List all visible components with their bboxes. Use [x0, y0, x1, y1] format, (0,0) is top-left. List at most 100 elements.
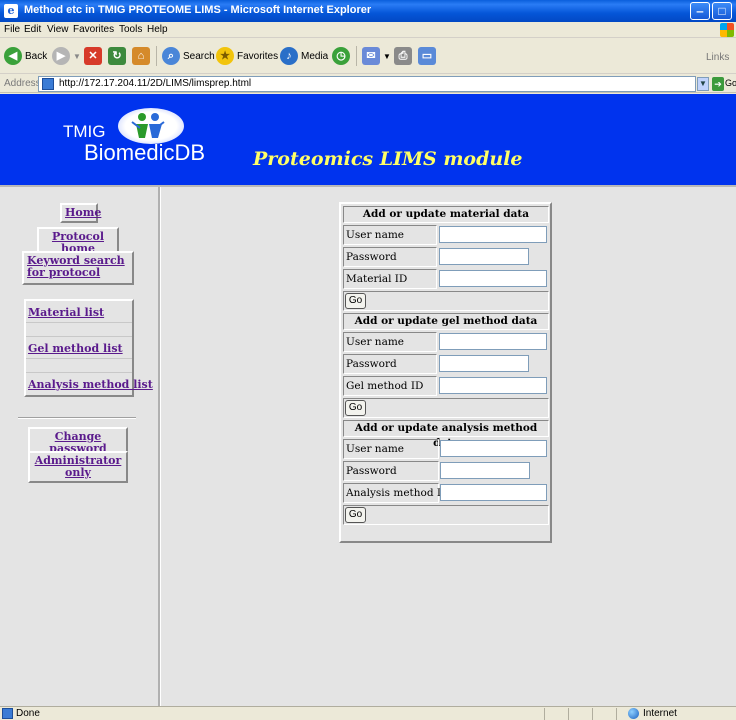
- nav-row: Analysis method list: [26, 373, 153, 395]
- security-zone-text: Internet: [643, 708, 677, 719]
- status-bar: Done Internet: [0, 706, 736, 720]
- refresh-icon: ↻: [108, 47, 126, 65]
- material-go-button[interactable]: Go: [345, 293, 366, 309]
- links-label[interactable]: Links: [706, 52, 729, 63]
- gel-id-label: Gel method ID: [343, 376, 437, 396]
- history-icon: ◷: [332, 47, 350, 65]
- status-segment: [592, 708, 593, 720]
- material-password-label: Password: [343, 247, 437, 267]
- analysis-username-input[interactable]: [440, 440, 547, 457]
- print-button[interactable]: ⎙: [394, 46, 415, 66]
- gel-form-header: Add or update gel method data: [343, 313, 549, 330]
- nav-gel-method-list-link[interactable]: Gel method list: [28, 342, 123, 355]
- refresh-button[interactable]: ↻: [108, 46, 129, 66]
- favorites-label: Favorites: [237, 50, 279, 62]
- navigation-frame: Home Protocol home Keyword search for pr…: [0, 187, 160, 706]
- windows-logo-icon: [720, 23, 734, 37]
- page-banner: TMIG BiomedicDB Proteomics LIMS module: [0, 94, 736, 185]
- toolbar: ◀ Back ▼ ▶ ▼ ✕ ↻ ⌂ ⌕ Search ★ Favorites …: [0, 38, 736, 74]
- maximize-button[interactable]: □: [712, 2, 732, 20]
- back-button[interactable]: ◀ Back ▼: [4, 46, 59, 66]
- analysis-id-input[interactable]: [440, 484, 547, 501]
- address-label: Address: [4, 78, 41, 89]
- address-dropdown-icon[interactable]: ▼: [697, 77, 709, 91]
- material-username-label: User name: [343, 225, 437, 245]
- gel-id-input[interactable]: [439, 377, 547, 394]
- window-title-bar: e Method etc in TMIG PROTEOME LIMS - Mic…: [0, 0, 736, 22]
- gel-go-cell: [343, 398, 549, 418]
- menu-file[interactable]: File: [4, 24, 20, 35]
- nav-administrator-only-link[interactable]: Administrator only: [28, 451, 128, 483]
- stop-icon: ✕: [84, 47, 102, 65]
- forms-table: Add or update material data User name Pa…: [339, 202, 552, 543]
- analysis-go-button[interactable]: Go: [345, 507, 366, 523]
- forward-button[interactable]: ▶ ▼: [52, 46, 81, 66]
- gel-go-button[interactable]: Go: [345, 400, 366, 416]
- list-nav-group: Material list Gel method list Analysis m…: [24, 299, 153, 397]
- home-button[interactable]: ⌂: [132, 46, 153, 66]
- material-password-input[interactable]: [439, 248, 529, 265]
- edit-page-icon: ▭: [418, 47, 436, 65]
- nav-row: Material list: [26, 301, 132, 323]
- menu-bar: File Edit View Favorites Tools Help: [0, 22, 736, 38]
- logo-text-tmig: TMIG: [63, 122, 106, 141]
- analysis-username-label: User name: [343, 439, 439, 459]
- nav-row: Gel method list: [26, 337, 132, 359]
- page-content: Home Protocol home Keyword search for pr…: [0, 185, 736, 706]
- menu-view[interactable]: View: [47, 24, 69, 35]
- search-icon: ⌕: [162, 47, 180, 65]
- nav-row-spacer: [26, 323, 132, 337]
- menu-help[interactable]: Help: [147, 24, 168, 35]
- menu-tools[interactable]: Tools: [119, 24, 142, 35]
- gel-username-input[interactable]: [439, 333, 547, 350]
- menu-edit[interactable]: Edit: [24, 24, 41, 35]
- page-done-icon: [2, 708, 13, 719]
- favorites-button[interactable]: ★ Favorites: [216, 46, 278, 66]
- gel-password-input[interactable]: [439, 355, 529, 372]
- logo-text-biomedicdb: BiomedicDB: [84, 140, 206, 165]
- status-segment: [544, 708, 545, 720]
- search-label: Search: [183, 50, 215, 62]
- analysis-go-cell: [343, 505, 549, 525]
- back-arrow-icon: ◀: [4, 47, 22, 65]
- stop-button[interactable]: ✕: [84, 46, 105, 66]
- material-form-header: Add or update material data: [343, 206, 549, 223]
- chevron-down-icon: ▼: [383, 51, 391, 61]
- material-id-input[interactable]: [439, 270, 547, 287]
- status-text: Done: [16, 708, 40, 719]
- toolbar-separator: [356, 46, 357, 66]
- nav-keyword-search-link[interactable]: Keyword search for protocol: [22, 251, 134, 285]
- menu-favorites[interactable]: Favorites: [73, 24, 114, 35]
- page-icon: [42, 78, 54, 90]
- history-button[interactable]: ◷: [332, 46, 353, 66]
- gel-username-label: User name: [343, 332, 437, 352]
- media-label: Media: [301, 50, 329, 62]
- home-icon: ⌂: [132, 47, 150, 65]
- go-arrow-icon[interactable]: ➔: [712, 77, 724, 91]
- window-title: Method etc in TMIG PROTEOME LIMS - Micro…: [24, 4, 372, 16]
- go-label[interactable]: Go: [725, 78, 736, 88]
- mail-icon: ✉: [362, 47, 380, 65]
- nav-analysis-method-list-link[interactable]: Analysis method list: [28, 378, 153, 391]
- nav-home-link[interactable]: Home: [60, 203, 101, 223]
- nav-divider: [18, 417, 136, 419]
- material-id-label: Material ID: [343, 269, 437, 289]
- status-segment: [568, 708, 569, 720]
- minimize-button[interactable]: ‒: [690, 2, 710, 20]
- address-input[interactable]: http://172.17.204.11/2D/LIMS/limsprep.ht…: [38, 76, 696, 92]
- media-icon: ♪: [280, 47, 298, 65]
- page-title: Proteomics LIMS module: [253, 148, 523, 170]
- material-go-cell: [343, 291, 549, 311]
- material-username-input[interactable]: [439, 226, 547, 243]
- back-label: Back: [25, 50, 48, 62]
- search-button[interactable]: ⌕ Search: [162, 46, 215, 66]
- mail-button[interactable]: ✉ ▼: [362, 46, 391, 66]
- chevron-down-icon: ▼: [73, 51, 81, 61]
- analysis-password-input[interactable]: [440, 462, 530, 479]
- nav-material-list-link[interactable]: Material list: [28, 306, 104, 319]
- status-segment: [616, 708, 617, 720]
- logo-figures-icon: [118, 108, 184, 144]
- media-button[interactable]: ♪ Media: [280, 46, 328, 66]
- edit-button[interactable]: ▭: [418, 46, 439, 66]
- gel-password-label: Password: [343, 354, 437, 374]
